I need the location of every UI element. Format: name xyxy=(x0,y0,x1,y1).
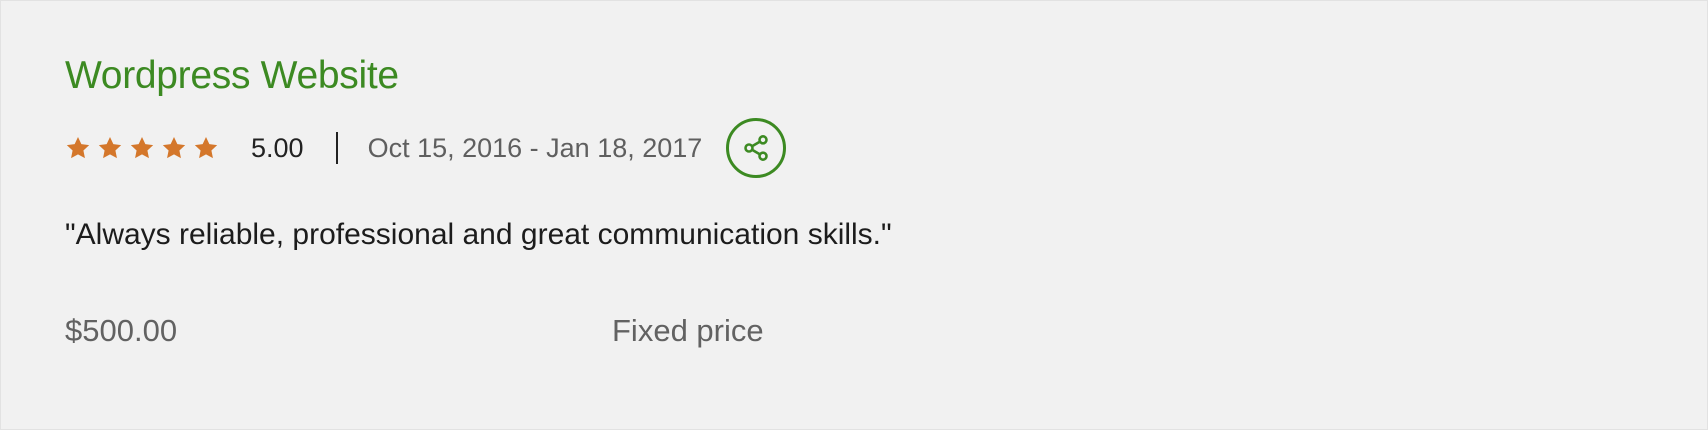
star-icon xyxy=(66,136,90,159)
date-range: Oct 15, 2016 - Jan 18, 2017 xyxy=(367,132,703,163)
job-price: $500.00 xyxy=(65,313,178,348)
rating-value: 5.00 xyxy=(251,132,304,163)
job-meta-row: 5.00 Oct 15, 2016 - Jan 18, 2017 xyxy=(65,116,787,180)
star-icon xyxy=(130,136,154,159)
star-icon xyxy=(194,136,218,159)
share-icon xyxy=(744,135,769,161)
meta-divider xyxy=(335,132,338,164)
job-price-type: Fixed price xyxy=(612,313,764,348)
star-icon xyxy=(98,136,122,159)
client-feedback: "Always reliable, professional and great… xyxy=(65,218,892,251)
work-history-card: Wordpress Website 5.00 Oct 15, 2016 - Ja… xyxy=(0,0,1708,430)
rating-stars xyxy=(65,135,219,161)
star-icon xyxy=(162,136,186,159)
job-title-link[interactable]: Wordpress Website xyxy=(65,51,399,101)
share-button[interactable] xyxy=(726,118,787,178)
